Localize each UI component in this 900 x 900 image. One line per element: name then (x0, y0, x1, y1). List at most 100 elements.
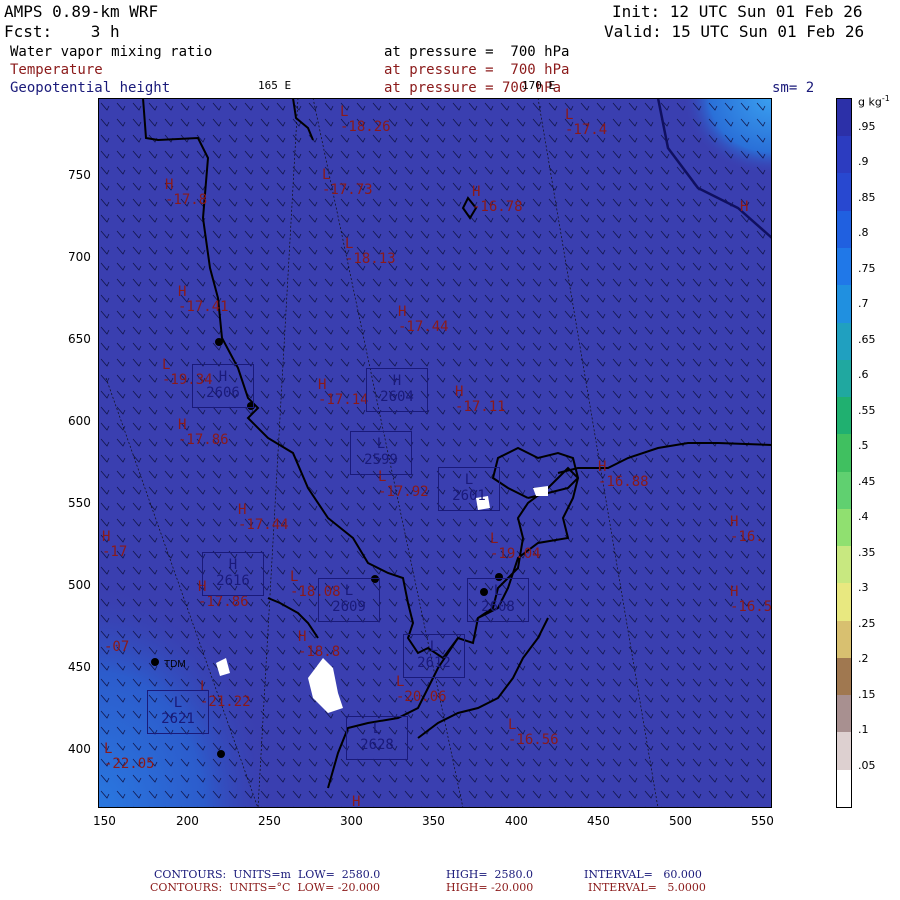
lon-label-165: 165 E (258, 79, 292, 92)
colorbar-segment (837, 248, 851, 286)
x-tick-label: 250 (258, 814, 281, 828)
height-extremum: H 2606 (192, 364, 254, 408)
temperature-extremum: L -22.05 (104, 741, 155, 772)
colorbar-label: .05 (858, 758, 876, 772)
height-extremum: L 2609 (318, 578, 380, 622)
x-tick-label: 200 (176, 814, 199, 828)
lon-label-170: 170 E (522, 79, 556, 92)
height-extremum: H 2616 (202, 552, 264, 596)
footer-temp-interval: INTERVAL= 5.0000 (588, 881, 706, 894)
temperature-extremum: H -17.8 (165, 177, 208, 208)
temperature-extremum: H (352, 794, 361, 810)
x-tick-label: 150 (93, 814, 116, 828)
colorbar-segment (837, 397, 851, 435)
field-name-height: Geopotential height (10, 80, 171, 96)
x-tick-label: 300 (340, 814, 363, 828)
colorbar-units: g kg-1 (858, 94, 890, 109)
temperature-extremum: L -17.73 (322, 167, 373, 198)
colorbar-label: .35 (858, 545, 876, 559)
field-name-wv: Water vapor mixing ratio (10, 44, 213, 60)
valid-time: Valid: 15 UTC Sun 01 Feb 26 (604, 22, 865, 41)
colorbar-label: .25 (858, 616, 876, 630)
colorbar-label: .1 (858, 723, 869, 736)
colorbar-label: .15 (858, 687, 876, 701)
colorbar-segment (837, 98, 851, 137)
temperature-extremum: H -17.86 (178, 417, 229, 448)
temperature-extremum: L -18.26 (340, 104, 391, 135)
colorbar-label: .2 (858, 652, 869, 665)
height-extremum: L 2608 (467, 578, 529, 622)
x-tick-label: 500 (669, 814, 692, 828)
colorbar-segment (837, 508, 851, 547)
temperature-extremum: H -17.14 (318, 377, 369, 408)
x-tick-label: 450 (587, 814, 610, 828)
y-tick-label: 750 (68, 168, 91, 182)
colorbar-segment (837, 136, 851, 174)
y-tick-label: 550 (68, 496, 91, 510)
colorbar-segment (837, 546, 851, 584)
colorbar-segment (837, 173, 851, 211)
colorbar-segment (837, 732, 851, 770)
y-tick-label: 700 (68, 250, 91, 264)
footer-temp-high: HIGH= -20.000 (446, 881, 534, 894)
colorbar-label: .75 (858, 261, 876, 275)
y-tick-label: 500 (68, 578, 91, 592)
temperature-extremum: H -16. (730, 514, 764, 545)
y-tick-label: 600 (68, 414, 91, 428)
init-time: Init: 12 UTC Sun 01 Feb 26 (612, 2, 863, 21)
temperature-extremum: L -19.04 (490, 531, 541, 562)
x-tick-label: 350 (422, 814, 445, 828)
temperature-extremum: L -18.13 (345, 236, 396, 267)
colorbar-label: .45 (858, 474, 876, 488)
colorbar (836, 98, 852, 808)
colorbar-label: .65 (858, 332, 876, 346)
colorbar-segment (837, 210, 851, 249)
colorbar-label: .7 (858, 297, 869, 310)
y-tick-label: 650 (68, 332, 91, 346)
footer-height-contours: CONTOURS: UNITS=m LOW= 2580.0 (154, 868, 381, 881)
x-tick-label: 550 (751, 814, 774, 828)
colorbar-label: .5 (858, 439, 869, 452)
colorbar-segment (837, 359, 851, 398)
temperature-extremum: -07 (104, 639, 130, 655)
colorbar-label: .8 (858, 226, 869, 239)
height-extremum: H 2604 (366, 368, 428, 412)
colorbar-label: .9 (858, 155, 869, 168)
colorbar-segment (837, 583, 851, 621)
temperature-extremum: H -16.78 (472, 184, 523, 215)
temperature-extremum: H -16.88 (598, 459, 649, 490)
y-tick-label: 400 (68, 742, 91, 756)
temperature-extremum: H (740, 199, 749, 215)
temperature-extremum: L -17.4 (565, 107, 608, 138)
field-name-temp: Temperature (10, 62, 103, 78)
colorbar-label: .4 (858, 510, 869, 523)
height-extremum: L 2628 (346, 716, 408, 760)
height-extremum: L 2601 (438, 467, 500, 511)
colorbar-segment (837, 695, 851, 733)
height-extremum: L 2599 (350, 431, 412, 475)
height-extremum: L 2612 (403, 634, 465, 678)
forecast-hour: Fcst: 3 h (4, 22, 120, 41)
footer-height-interval: INTERVAL= 60.000 (584, 868, 702, 881)
field-level-temp: at pressure = 700 hPa (384, 62, 570, 78)
colorbar-segment (837, 434, 851, 472)
colorbar-segment (837, 322, 851, 360)
colorbar-label: .55 (858, 403, 876, 417)
footer-height-high: HIGH= 2580.0 (446, 868, 534, 881)
temperature-extremum: H -17.44 (398, 304, 449, 335)
footer-temp-contours: CONTOURS: UNITS=°C LOW= -20.000 (150, 881, 380, 894)
colorbar-segment (837, 657, 851, 696)
field-level-wv: at pressure = 700 hPa (384, 44, 570, 60)
colorbar-segment (837, 769, 851, 807)
temperature-extremum: L -20.06 (396, 674, 447, 705)
temperature-extremum: H -17.44 (238, 502, 289, 533)
temperature-extremum: H -17.41 (178, 284, 229, 315)
colorbar-segment (837, 620, 851, 658)
model-title: AMPS 0.89-km WRF (4, 2, 159, 21)
temperature-extremum: H -18.8 (298, 629, 341, 660)
y-tick-label: 450 (68, 660, 91, 674)
colorbar-label: .3 (858, 581, 869, 594)
colorbar-label: .85 (858, 190, 876, 204)
temperature-extremum: L -16.56 (508, 717, 559, 748)
temperature-extremum: H -16.5 (730, 584, 773, 615)
